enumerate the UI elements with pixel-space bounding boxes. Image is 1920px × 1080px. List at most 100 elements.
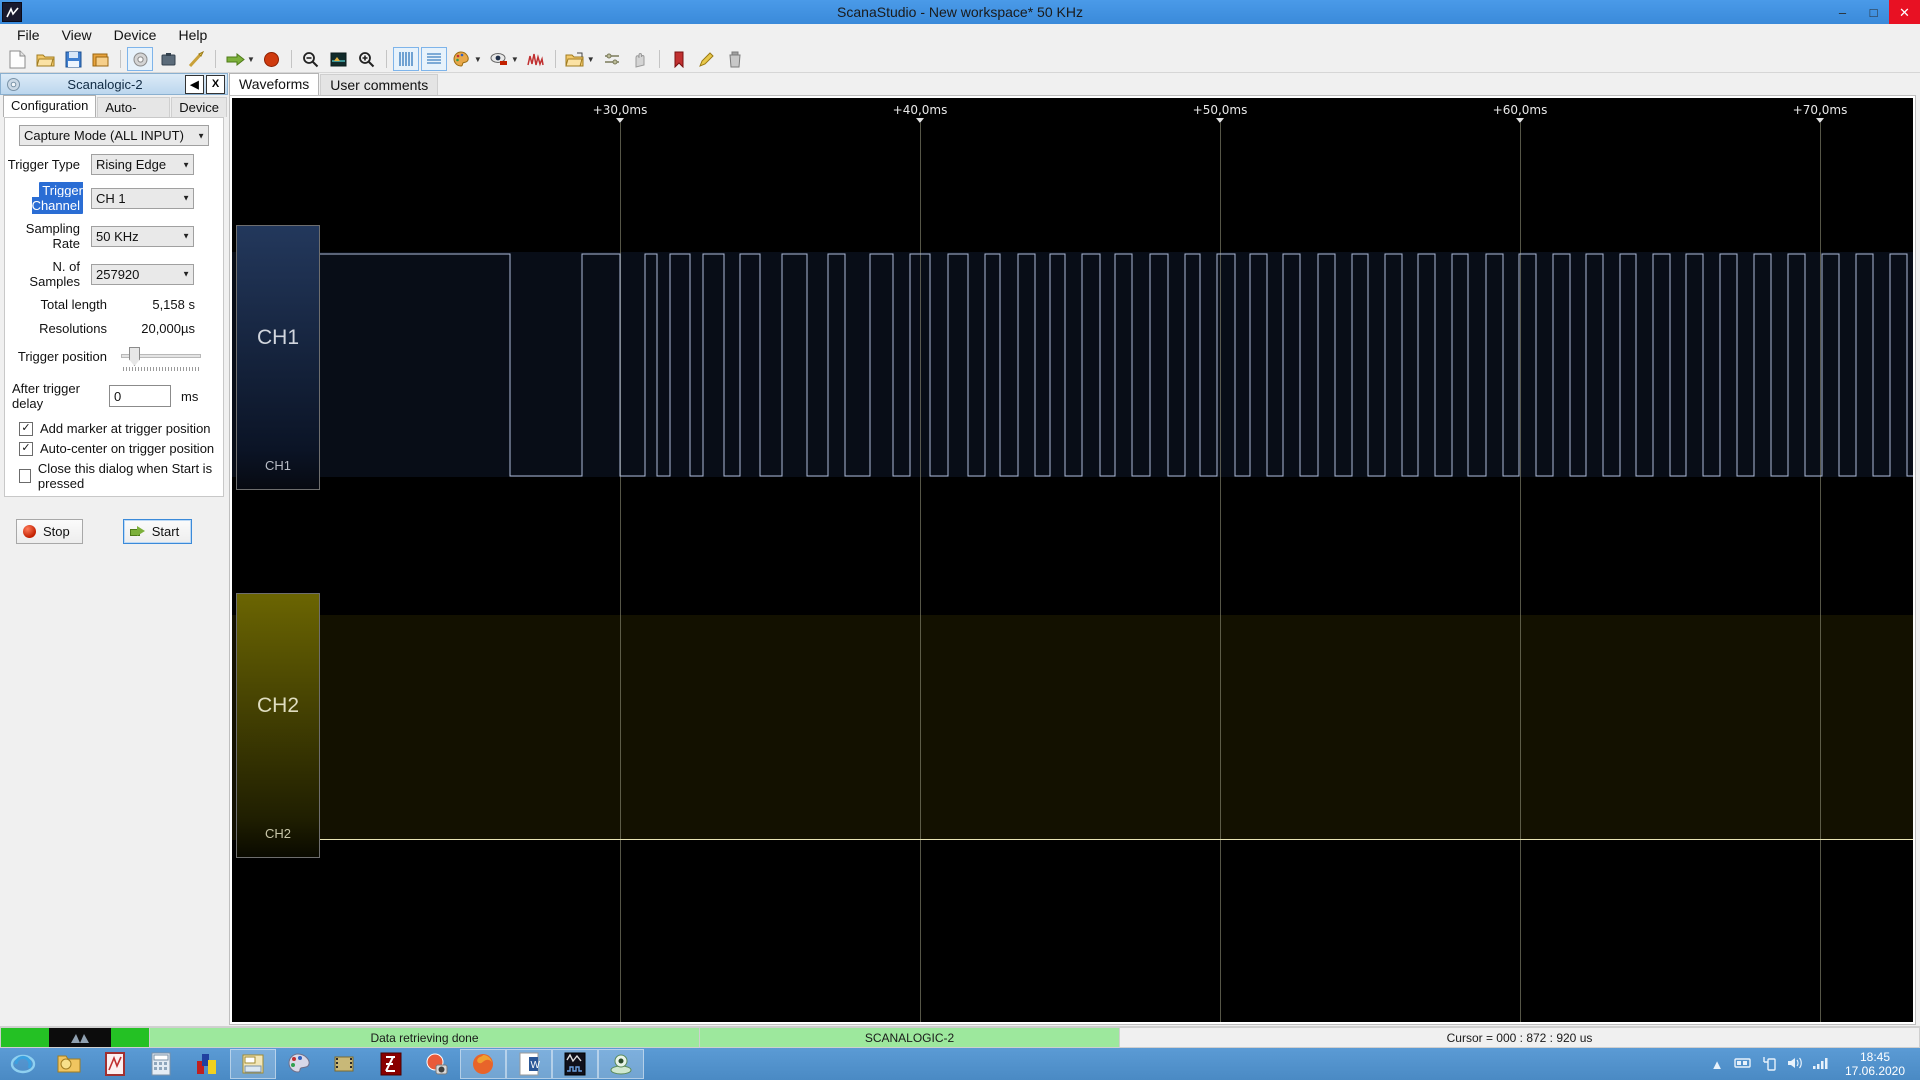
toolbar-separator [290,50,292,68]
webcam-icon[interactable] [598,1049,644,1079]
open-folder-icon[interactable] [32,47,58,71]
chevron-down-icon: ▼ [197,131,205,140]
open-script-icon[interactable] [562,47,588,71]
folder-yellow-icon[interactable] [46,1049,92,1079]
status-message-cell: Data retrieving done [150,1027,700,1048]
script-dropdown-caret-icon[interactable]: ▼ [587,55,595,64]
close-dialog-checkbox[interactable] [19,469,31,483]
after-trigger-delay-input[interactable]: 0 [109,385,171,407]
menu-view[interactable]: View [51,25,103,45]
close-dialog-checkbox-row[interactable]: Close this dialog when Start is pressed [19,461,223,491]
delete-icon[interactable] [722,47,748,71]
stop-icon[interactable] [259,47,285,71]
show-hidden-icons-chevron-icon[interactable]: ▲ [1704,1057,1730,1072]
network-signal-icon[interactable] [1808,1056,1834,1073]
charts-icon[interactable] [184,1049,230,1079]
waveform-view[interactable]: +30,0ms +40,0ms +50,0ms +60,0ms +70,0ms CH1 … [229,95,1916,1025]
close-panel-button[interactable]: X [206,74,225,94]
zoom-in-icon[interactable] [354,47,380,71]
config-tab-configuration[interactable]: Configuration [3,95,97,117]
slider-thumb[interactable] [129,347,140,366]
sample-count-dropdown[interactable]: 257920 ▼ [91,263,194,285]
save-as-icon[interactable] [88,47,114,71]
explorer-icon[interactable] [230,1049,276,1079]
magic-wand-icon[interactable] [183,47,209,71]
filter-icon[interactable] [599,47,625,71]
run-dropdown-caret-icon[interactable]: ▼ [247,55,255,64]
new-file-icon[interactable] [4,47,30,71]
status-cursor-cell: Cursor = 000 : 872 : 920 us [1120,1027,1920,1048]
minimize-button[interactable]: – [1827,0,1858,24]
sample-count-row: N. of Samples 257920 ▼ [5,259,223,289]
capture-mode-row: Capture Mode (ALL INPUT) ▼ [5,125,223,146]
paint-palette-icon[interactable] [276,1049,322,1079]
volume-icon[interactable] [1782,1056,1808,1073]
video-editor-icon[interactable] [322,1049,368,1079]
filezilla-icon[interactable] [368,1049,414,1079]
total-length-row: Total length 5,158 s [5,297,223,312]
menu-help[interactable]: Help [167,25,218,45]
internet-explorer-icon[interactable] [0,1049,46,1079]
waveform-canvas[interactable]: +30,0ms +40,0ms +50,0ms +60,0ms +70,0ms CH1 … [232,98,1913,1022]
capture-mode-value: Capture Mode (ALL INPUT) [24,128,184,143]
stop-button-label: Stop [43,524,70,539]
status-bar: Data retrieving done SCANALOGIC-2 Cursor… [0,1026,1920,1048]
ch1-channel-tab[interactable]: CH1 CH1 [236,225,320,490]
word-icon[interactable]: W [506,1049,552,1079]
toolbar-separator [120,50,121,68]
calculator-icon[interactable] [138,1049,184,1079]
stop-button[interactable]: Stop [16,519,83,544]
zoom-out-icon[interactable] [298,47,324,71]
ch2-channel-tab[interactable]: CH2 CH2 [236,593,320,858]
tab-user-comments[interactable]: User comments [320,74,439,95]
collapse-panel-button[interactable]: ◀ [185,74,204,94]
start-button[interactable]: Start [122,519,193,544]
config-tab-device[interactable]: Device [171,97,227,117]
signal-analyze-icon[interactable] [523,47,549,71]
palette-dropdown-caret-icon[interactable]: ▼ [474,55,482,64]
save-icon[interactable] [60,47,86,71]
auto-center-checkbox-row[interactable]: ✓ Auto-center on trigger position [19,441,223,456]
camera-icon[interactable] [414,1049,460,1079]
sampling-rate-dropdown[interactable]: 50 KHz ▼ [91,225,194,247]
configuration-form: Capture Mode (ALL INPUT) ▼ Trigger Type … [4,117,224,497]
capture-mode-dropdown[interactable]: Capture Mode (ALL INPUT) ▼ [19,125,209,146]
notepad-red-icon[interactable] [92,1049,138,1079]
ch1-trace-path [320,253,1913,477]
trigger-position-slider[interactable] [121,345,201,371]
zoom-fit-icon[interactable] [326,47,352,71]
decoder-icon[interactable] [486,47,512,71]
bookmark-icon[interactable] [666,47,692,71]
run-arrow-icon[interactable] [222,47,248,71]
windows-taskbar: W ▲ 18:45 17.06.2020 [0,1048,1920,1080]
device-name-label: Scanalogic-2 [67,76,143,92]
vertical-bars-icon[interactable] [392,47,419,71]
firefox-icon[interactable] [460,1049,506,1079]
menu-file[interactable]: File [6,25,51,45]
config-tab-auto-refresh[interactable]: Auto-refresh [97,97,171,130]
scanastudio-taskbar-icon[interactable] [552,1049,598,1079]
taskbar-clock[interactable]: 18:45 17.06.2020 [1834,1050,1920,1078]
clock-time: 18:45 [1859,1050,1891,1064]
sample-count-label: N. of Samples [29,259,80,289]
add-marker-checkbox-row[interactable]: ✓ Add marker at trigger position [19,421,223,436]
trigger-type-dropdown[interactable]: Rising Edge ▼ [91,154,194,175]
maximize-button[interactable]: □ [1858,0,1889,24]
auto-center-checkbox[interactable]: ✓ [19,441,33,456]
battery-icon[interactable] [1730,1057,1756,1072]
close-dialog-label: Close this dialog when Start is pressed [37,461,213,491]
horizontal-lines-icon[interactable] [420,47,447,71]
usb-device-icon[interactable] [1756,1055,1782,1074]
close-button[interactable]: ✕ [1889,0,1920,24]
add-marker-checkbox[interactable]: ✓ [19,421,33,436]
progress-bar [0,1027,150,1048]
device-icon[interactable] [155,47,181,71]
toolbar-separator [385,50,387,68]
menu-device[interactable]: Device [103,25,168,45]
palette-icon[interactable] [449,47,475,71]
tab-waveforms[interactable]: Waveforms [229,73,320,95]
settings-gear-icon[interactable] [127,47,153,71]
decoder-dropdown-caret-icon[interactable]: ▼ [511,55,519,64]
trigger-channel-dropdown[interactable]: CH 1 ▼ [91,187,194,209]
marker-pen-icon[interactable] [694,47,720,71]
